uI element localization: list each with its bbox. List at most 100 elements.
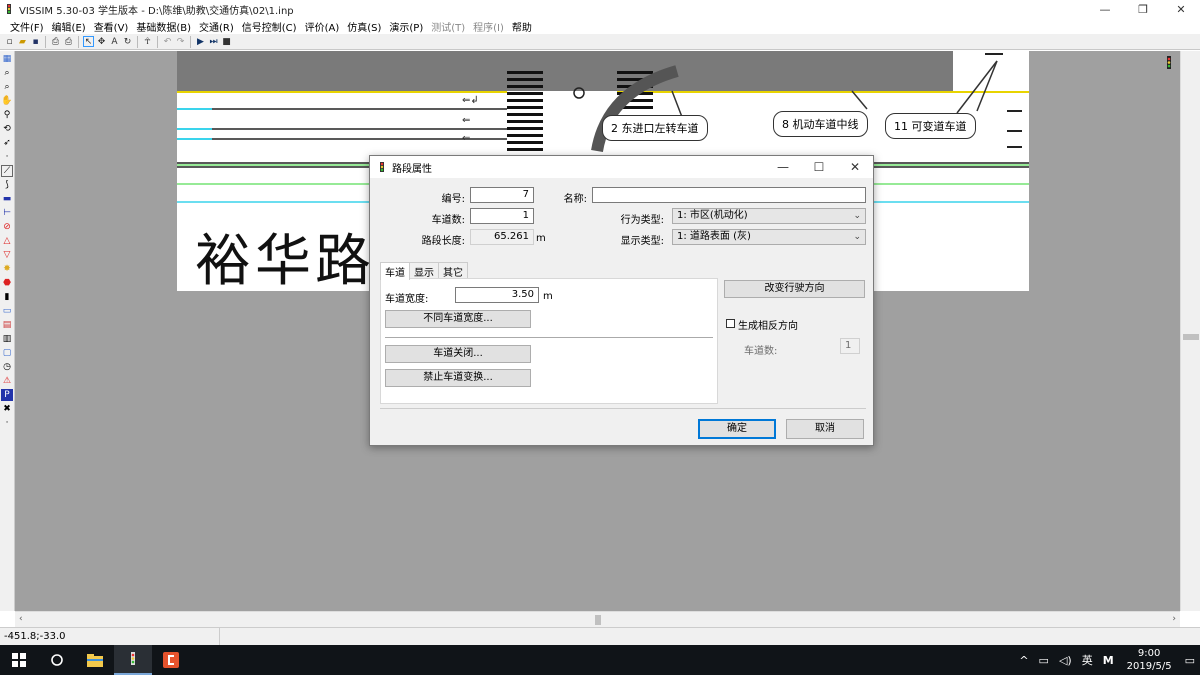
transit-line-icon[interactable]: ▥ <box>1 333 13 345</box>
node-icon[interactable]: ⚲ <box>1 109 13 121</box>
menu-traffic[interactable]: 交通(R) <box>195 19 238 34</box>
minimize-button[interactable]: — <box>1086 0 1124 18</box>
different-lane-widths-button[interactable]: 不同车道宽度... <box>385 310 531 328</box>
menu-help[interactable]: 帮助 <box>508 19 536 34</box>
clock-time: 9:00 <box>1137 648 1161 659</box>
file-explorer-icon[interactable] <box>76 645 114 675</box>
lane-width-field[interactable]: 3.50 <box>455 287 539 303</box>
print-icon[interactable]: ⎙ <box>63 36 74 47</box>
rotate-icon[interactable]: ↻ <box>122 36 133 47</box>
menu-program[interactable]: 程序(I) <box>469 19 508 34</box>
conflict-icon[interactable]: ✸ <box>1 263 13 275</box>
no-lane-change-button[interactable]: 禁止车道变换... <box>385 369 531 387</box>
play-icon[interactable]: ▶ <box>195 36 206 47</box>
vertical-scroll-thumb[interactable] <box>1183 334 1199 340</box>
tray-expand-icon[interactable]: ^ <box>1014 654 1033 667</box>
menu-view[interactable]: 查看(V) <box>90 19 133 34</box>
hand-pan-icon[interactable]: ✋ <box>1 95 13 107</box>
close-button[interactable]: ✕ <box>1162 0 1200 18</box>
pan-icon[interactable]: ✥ <box>96 36 107 47</box>
rotate-view-icon[interactable]: ⟲ <box>1 123 13 135</box>
orange-app-icon[interactable] <box>152 645 190 675</box>
traffic-signal-icon <box>1167 56 1171 69</box>
ime-language-indicator[interactable]: 英 <box>1077 652 1098 668</box>
priority-rule-icon[interactable]: △ <box>1 235 13 247</box>
redo-icon[interactable]: ↷ <box>175 36 186 47</box>
reverse-direction-button[interactable]: 改变行驶方向 <box>724 280 865 298</box>
opposite-lanes-label: 车道数: <box>744 346 778 357</box>
signal-head-icon[interactable]: ▮ <box>1 291 13 303</box>
bus-stop-icon[interactable]: ▤ <box>1 319 13 331</box>
links-icon[interactable]: ⟋ <box>1 165 13 177</box>
maximize-button[interactable]: ❐ <box>1124 0 1162 18</box>
chevron-down-icon: ⌄ <box>853 232 861 242</box>
menu-test[interactable]: 测试(T) <box>427 19 469 34</box>
pedestrian-icon[interactable]: ☥ <box>142 36 153 47</box>
travel-time-icon[interactable]: ◷ <box>1 361 13 373</box>
display-type-select[interactable]: 1: 道路表面 (灰) ⌄ <box>672 229 866 245</box>
new-file-icon[interactable]: ▫ <box>4 36 15 47</box>
notification-icon[interactable]: ▭ <box>1180 654 1200 667</box>
name-field[interactable] <box>592 187 866 203</box>
print-preview-icon[interactable]: ⎙ <box>50 36 61 47</box>
step-icon[interactable]: ⏭ <box>208 36 219 47</box>
menu-edit[interactable]: 编辑(E) <box>48 19 90 34</box>
zoom-in-icon[interactable]: ⌕ <box>1 67 13 79</box>
windows-start-icon[interactable] <box>0 645 38 675</box>
menu-file[interactable]: 文件(F) <box>6 19 48 34</box>
crossing-icon[interactable]: ✖ <box>1 403 13 415</box>
vertical-scrollbar[interactable] <box>1180 51 1200 611</box>
detector-icon[interactable]: ▭ <box>1 305 13 317</box>
open-folder-icon[interactable]: ▰ <box>17 36 28 47</box>
volume-icon[interactable]: ◁) <box>1054 654 1077 667</box>
zoom-out-icon[interactable]: ⌕ <box>1 81 13 93</box>
network-icon[interactable]: ▭ <box>1034 654 1054 667</box>
ok-button[interactable]: 确定 <box>698 419 776 439</box>
parking-icon[interactable]: P <box>1 389 13 401</box>
horizontal-scroll-thumb[interactable] <box>595 615 601 625</box>
network-overview-icon[interactable]: ▦ <box>1 53 13 65</box>
dialog-close-button[interactable]: ✕ <box>837 156 873 178</box>
svg-text:⇐: ⇐ <box>462 115 470 126</box>
yield-icon[interactable]: ▽ <box>1 249 13 261</box>
scroll-right-icon[interactable]: › <box>1172 614 1176 624</box>
dialog-minimize-button[interactable]: — <box>765 156 801 178</box>
stop-icon[interactable]: ■ <box>221 36 232 47</box>
menu-presentation[interactable]: 演示(P) <box>385 19 427 34</box>
vissim-app-icon <box>7 4 11 14</box>
ime-mode-indicator[interactable]: M <box>1098 654 1119 667</box>
status-bar: -451.8;-33.0 <box>0 627 1200 646</box>
dialog-maximize-button[interactable]: ☐ <box>801 156 837 178</box>
taskbar-clock[interactable]: 9:00 2019/5/5 <box>1119 647 1180 673</box>
menu-signal-control[interactable]: 信号控制(C) <box>238 19 301 34</box>
lanes-field[interactable]: 1 <box>470 208 534 224</box>
stop-sign-icon[interactable]: ⬣ <box>1 277 13 289</box>
search-circle-icon[interactable] <box>38 645 76 675</box>
tab-lanes[interactable]: 车道 <box>380 262 410 280</box>
menu-evaluation[interactable]: 评价(A) <box>301 19 344 34</box>
zoom-text-icon[interactable]: A <box>109 36 120 47</box>
vissim-taskbar-icon[interactable] <box>114 645 152 675</box>
menu-simulation[interactable]: 仿真(S) <box>343 19 385 34</box>
select-pointer-icon[interactable]: ↖ <box>83 36 94 47</box>
arrow-icon[interactable]: ➶ <box>1 137 13 149</box>
connector-icon[interactable]: ⟆ <box>1 179 13 191</box>
routing-icon[interactable]: ⊢ <box>1 207 13 219</box>
scroll-left-icon[interactable]: ‹ <box>19 614 23 624</box>
display-type-label: 显示类型: <box>620 236 664 247</box>
warning-icon[interactable]: ⚠ <box>1 375 13 387</box>
data-collection-icon[interactable]: ▢ <box>1 347 13 359</box>
behavior-type-select[interactable]: 1: 市区(机动化) ⌄ <box>672 208 866 224</box>
speed-limit-icon[interactable]: ⊘ <box>1 221 13 233</box>
cancel-button[interactable]: 取消 <box>786 419 864 439</box>
save-icon[interactable]: ▪ <box>30 36 41 47</box>
menu-base-data[interactable]: 基础数据(B) <box>132 19 195 34</box>
generate-opposite-checkbox[interactable] <box>726 319 735 328</box>
number-label: 编号: <box>441 194 465 205</box>
number-field[interactable]: 7 <box>470 187 534 203</box>
lanes-label: 车道数: <box>431 215 465 226</box>
undo-icon[interactable]: ↶ <box>162 36 173 47</box>
vehicle-input-icon[interactable]: ▬ <box>1 193 13 205</box>
horizontal-scrollbar[interactable]: ‹ › <box>15 611 1180 627</box>
lane-closure-button[interactable]: 车道关闭... <box>385 345 531 363</box>
